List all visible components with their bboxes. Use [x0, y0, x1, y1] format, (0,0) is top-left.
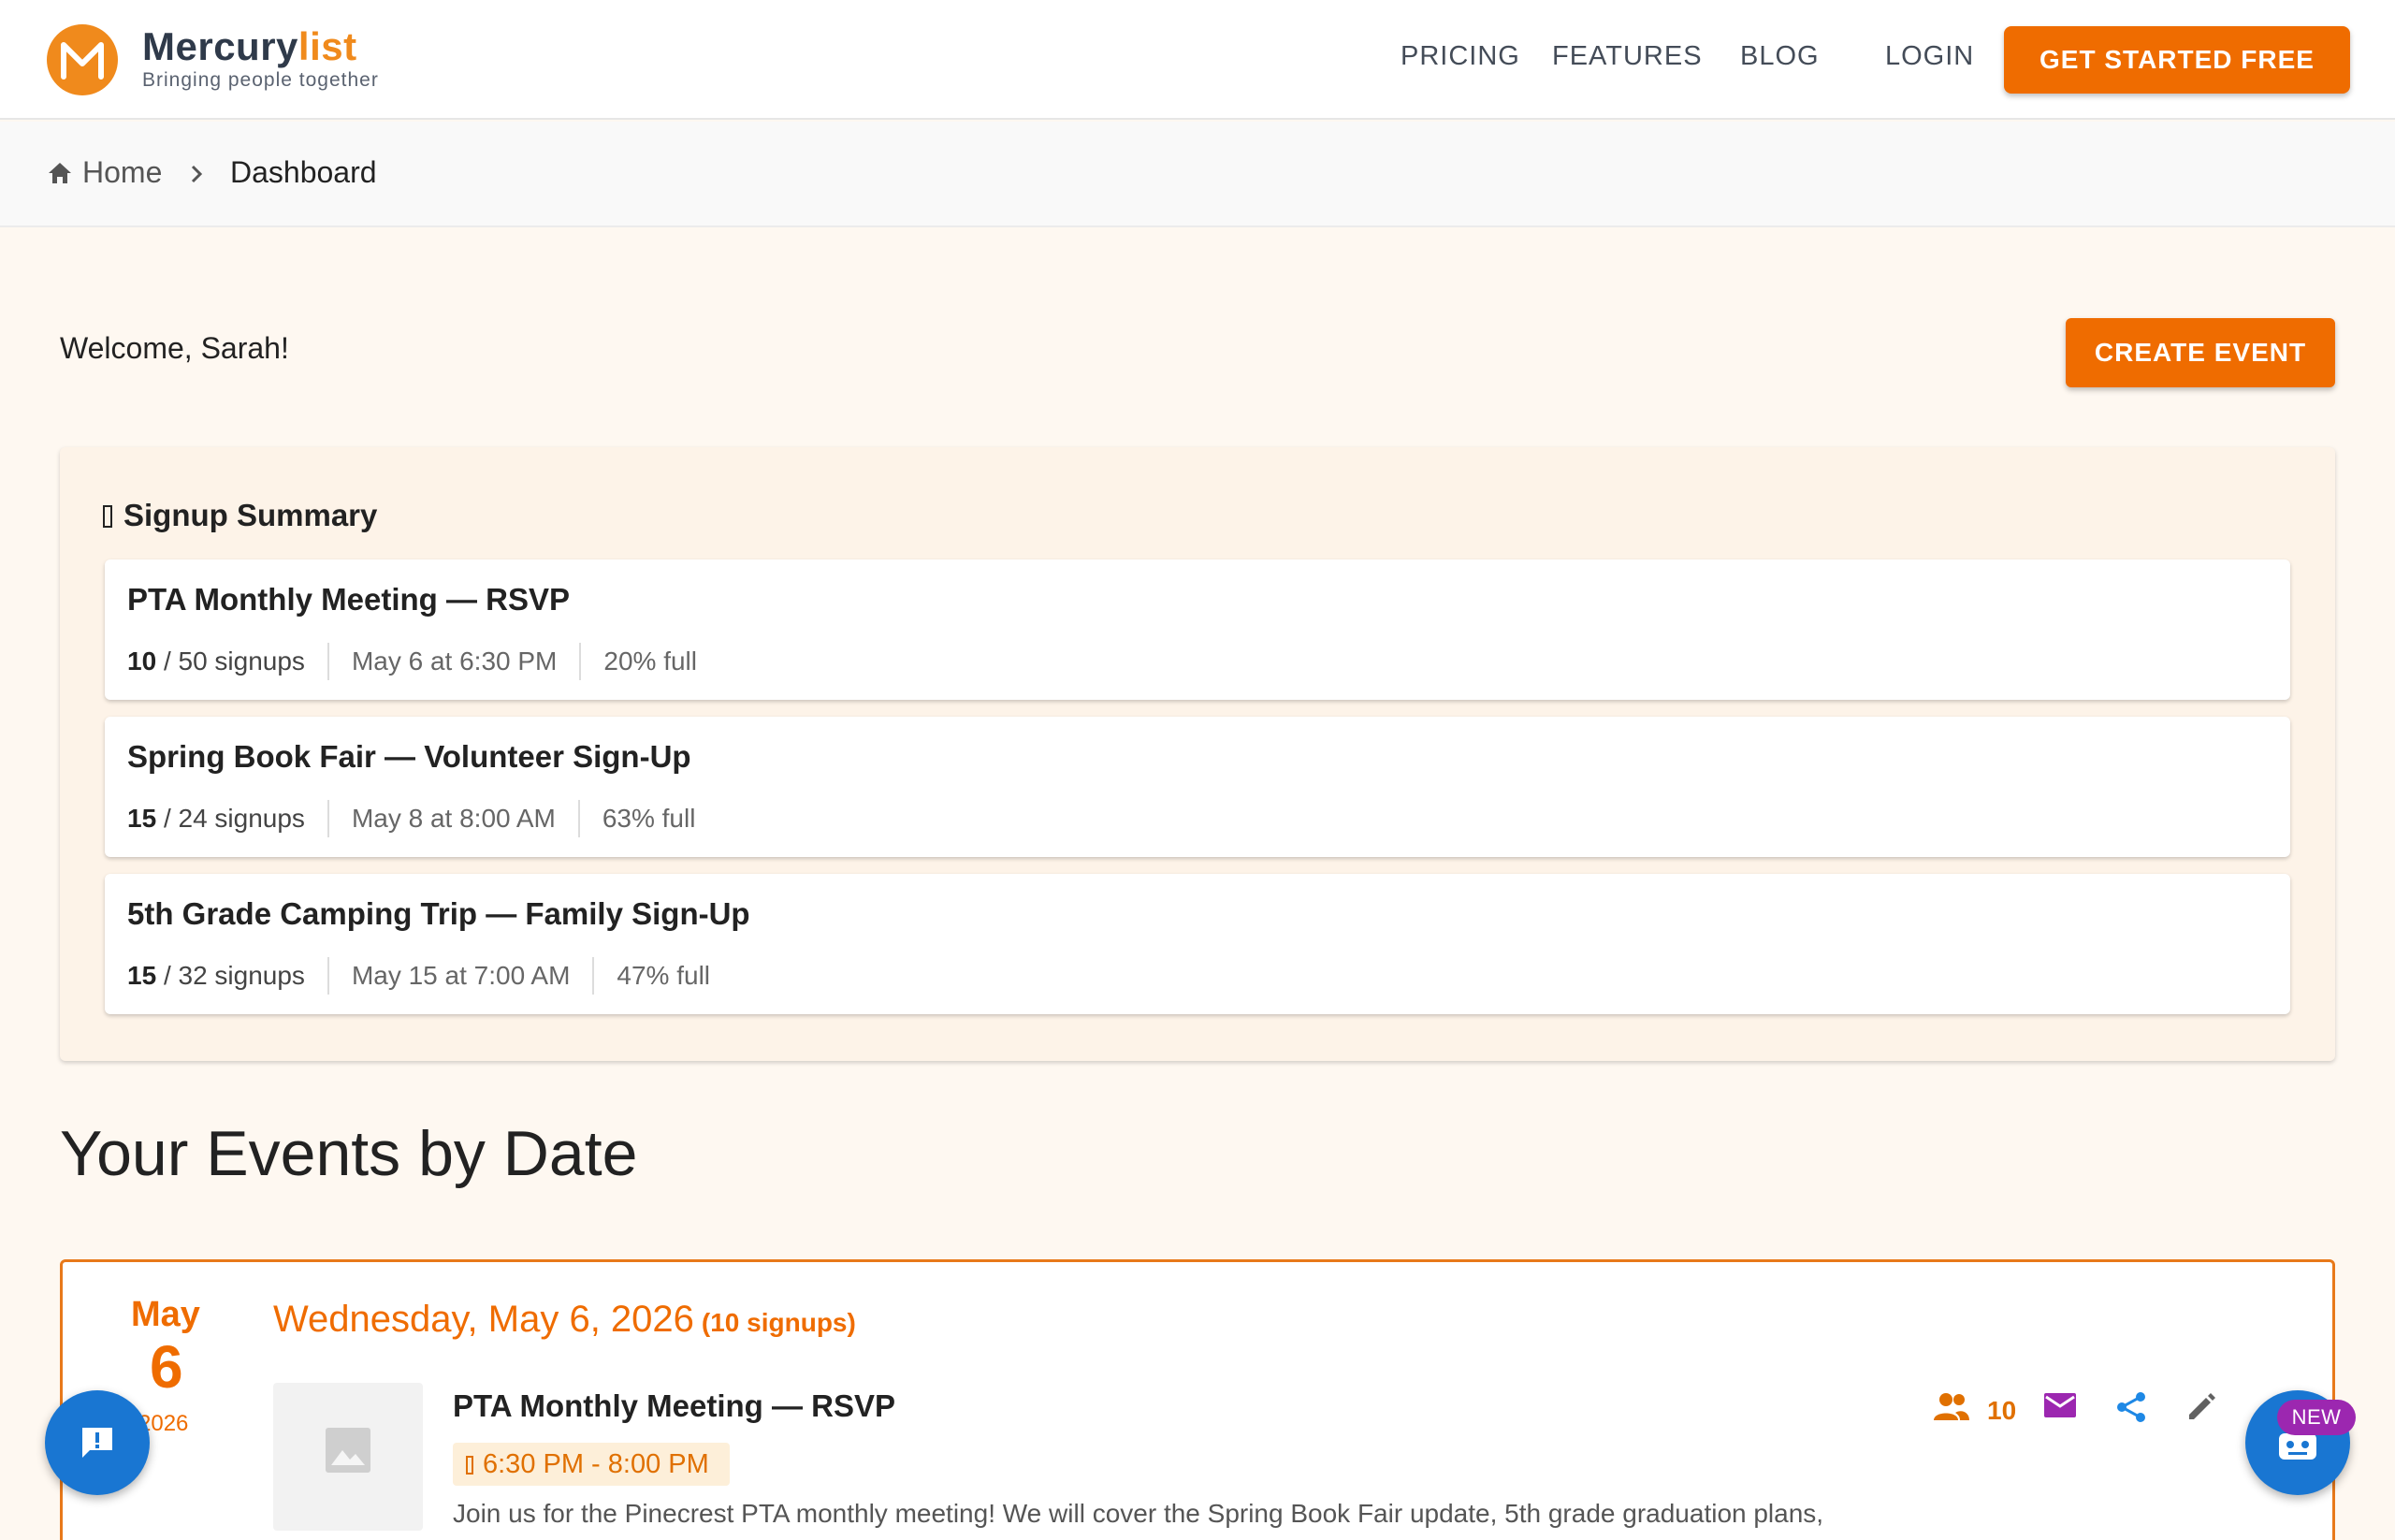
brand-tagline: Bringing people together [142, 69, 379, 91]
breadcrumb: Home Dashboard [0, 122, 2395, 227]
breadcrumb-current: Dashboard [230, 155, 377, 189]
date-group-heading: Wednesday, May 6, 2026 (10 signups) [273, 1299, 856, 1340]
events-heading: Your Events by Date [60, 1118, 638, 1189]
divider [327, 800, 329, 837]
signup-filled: 10 [127, 647, 157, 676]
edit-icon[interactable] [2185, 1390, 2217, 1427]
summary-item-title: Spring Book Fair — Volunteer Sign-Up [127, 739, 691, 774]
share-icon[interactable] [2114, 1390, 2148, 1429]
create-event-button[interactable]: CREATE EVENT [2066, 318, 2335, 387]
brand-logo-icon[interactable] [47, 24, 118, 95]
event-date: May 8 at 8:00 AM [351, 804, 556, 833]
breadcrumb-home-link[interactable]: Home [82, 155, 162, 190]
event-time-chip: 6:30 PM - 8:00 PM [453, 1443, 730, 1486]
summary-item-meta: 10 / 50 signups May 6 at 6:30 PM 20% ful… [127, 642, 697, 681]
event-title[interactable]: PTA Monthly Meeting — RSVP [453, 1388, 895, 1424]
signup-summary-title: Signup Summary [103, 498, 377, 533]
divider [327, 957, 329, 995]
nav-pricing[interactable]: PRICING [1401, 41, 1520, 72]
summary-item[interactable]: Spring Book Fair — Volunteer Sign-Up 15 … [105, 717, 2290, 857]
welcome-text: Welcome, Sarah! [60, 331, 289, 365]
date-group-signup-count: (10 signups) [701, 1308, 856, 1337]
new-badge: NEW [2277, 1400, 2356, 1435]
summary-item[interactable]: PTA Monthly Meeting — RSVP 10 / 50 signu… [105, 559, 2290, 700]
signup-capacity: / 24 signups [163, 804, 305, 833]
divider [327, 643, 329, 680]
get-started-button[interactable]: GET STARTED FREE [2004, 26, 2350, 94]
brand-name: Mercurylist [142, 24, 357, 68]
fill-percent: 63% full [602, 804, 696, 833]
summary-item-title: PTA Monthly Meeting — RSVP [127, 582, 571, 617]
chevron-right-icon [187, 163, 206, 190]
summary-item-meta: 15 / 24 signups May 8 at 8:00 AM 63% ful… [127, 799, 695, 838]
top-navbar: Mercurylist Bringing people together PRI… [0, 0, 2395, 120]
home-icon[interactable] [47, 161, 73, 190]
signup-filled: 15 [127, 961, 157, 990]
fill-percent: 47% full [617, 961, 711, 990]
feedback-button[interactable] [45, 1390, 150, 1495]
summary-item[interactable]: 5th Grade Camping Trip — Family Sign-Up … [105, 874, 2290, 1014]
feedback-icon [82, 1428, 112, 1458]
summary-item-meta: 15 / 32 signups May 15 at 7:00 AM 47% fu… [127, 956, 710, 995]
clock-glyph-icon [466, 1456, 473, 1475]
date-month: May [131, 1295, 200, 1334]
brand[interactable]: Mercurylist Bringing people together [142, 24, 379, 92]
nav-blog[interactable]: BLOG [1740, 41, 1820, 72]
signup-capacity: / 50 signups [163, 647, 305, 676]
divider [592, 957, 595, 995]
divider [579, 643, 582, 680]
event-date: May 6 at 6:30 PM [351, 647, 558, 676]
nav-login[interactable]: LOGIN [1885, 41, 1974, 72]
nav-features[interactable]: FEATURES [1552, 41, 1703, 72]
event-people-count: 10 [1987, 1396, 2017, 1425]
summary-glyph-icon [103, 505, 112, 528]
fill-percent: 20% full [603, 647, 697, 676]
image-icon [326, 1428, 370, 1473]
date-day: 6 [150, 1333, 183, 1401]
event-date: May 15 at 7:00 AM [351, 961, 571, 990]
divider [577, 800, 580, 837]
email-icon[interactable] [2043, 1390, 2077, 1425]
event-image-placeholder[interactable] [273, 1383, 423, 1531]
signup-capacity: / 32 signups [163, 961, 305, 990]
summary-item-title: 5th Grade Camping Trip — Family Sign-Up [127, 896, 750, 931]
signup-filled: 15 [127, 804, 157, 833]
event-description: Join us for the Pinecrest PTA monthly me… [453, 1499, 1824, 1528]
people-icon[interactable] [1933, 1390, 1970, 1427]
